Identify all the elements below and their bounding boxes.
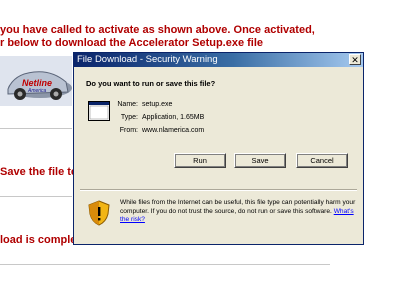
- file-download-dialog: File Download - Security Warning ✕ Do yo…: [73, 52, 364, 245]
- cancel-button[interactable]: Cancel: [296, 153, 348, 168]
- type-label: Type:: [120, 114, 138, 121]
- netline-logo: Netline America: [0, 56, 72, 106]
- file-name-value: setup.exe: [142, 101, 173, 108]
- from-label: From:: [119, 127, 138, 134]
- close-icon: ✕: [351, 55, 359, 65]
- step-save-text: Save the file to: [0, 166, 78, 178]
- svg-text:America: America: [27, 88, 47, 94]
- dialog-title: File Download - Security Warning: [77, 54, 218, 65]
- divider: [0, 196, 72, 197]
- dialog-question: Do you want to run or save this file?: [86, 79, 216, 88]
- security-shield-icon: [88, 200, 110, 226]
- file-source-value: www.nlamerica.com: [142, 127, 205, 134]
- dialog-separator: [80, 189, 357, 191]
- save-button[interactable]: Save: [234, 153, 286, 168]
- dialog-titlebar[interactable]: File Download - Security Warning ✕: [74, 53, 363, 67]
- file-type-value: Application, 1.65MB: [142, 114, 205, 121]
- svg-text:Netline: Netline: [22, 78, 52, 88]
- close-button[interactable]: ✕: [349, 54, 361, 65]
- divider: [0, 128, 72, 129]
- security-warning-text: While files from the Internet can be use…: [120, 199, 356, 225]
- divider: [0, 264, 330, 265]
- name-label: Name:: [117, 101, 138, 108]
- warning-message: While files from the Internet can be use…: [120, 199, 356, 215]
- instruction-line-2: r below to download the Accelerator Setu…: [0, 37, 264, 49]
- run-button[interactable]: Run: [174, 153, 226, 168]
- instruction-line-1: you have called to activate as shown abo…: [0, 24, 315, 36]
